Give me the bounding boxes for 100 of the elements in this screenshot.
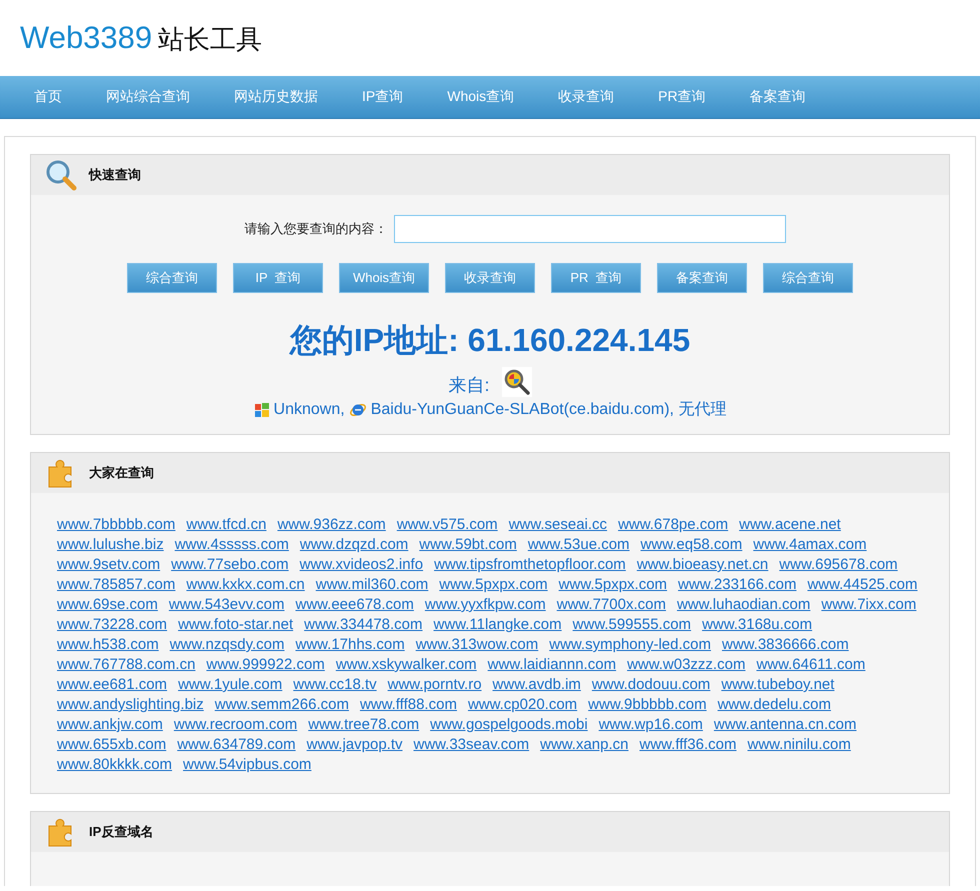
domain-link[interactable]: www.xskywalker.com [336, 655, 477, 675]
domain-link[interactable]: www.ninilu.com [747, 735, 851, 755]
domain-link[interactable]: www.634789.com [177, 735, 296, 755]
query-prompt: 请输入您要查询的内容： [244, 220, 388, 238]
domain-link[interactable]: www.tubeboy.net [721, 675, 834, 695]
nav-link[interactable]: IP查询 [342, 88, 428, 106]
domain-link[interactable]: www.785857.com [57, 575, 176, 595]
domain-link[interactable]: www.gospelgoods.mobi [430, 715, 588, 735]
domain-link[interactable]: www.77sebo.com [171, 555, 289, 575]
domain-link[interactable]: www.w03zzz.com [627, 655, 746, 675]
domain-link[interactable]: www.655xb.com [57, 735, 166, 755]
domain-link[interactable]: www.53ue.com [528, 535, 630, 555]
domain-link[interactable]: www.1yule.com [178, 675, 282, 695]
domain-link[interactable]: www.semm266.com [214, 695, 349, 715]
domain-link[interactable]: www.dzqzd.com [300, 535, 408, 555]
domain-link[interactable]: www.3836666.com [722, 635, 849, 655]
domain-link[interactable]: www.313wow.com [416, 635, 538, 655]
domain-link[interactable]: www.javpop.tv [306, 735, 402, 755]
domain-link[interactable]: www.ee681.com [57, 675, 168, 695]
domain-link[interactable]: www.xanp.cn [540, 735, 628, 755]
domain-link[interactable]: www.233166.com [678, 575, 796, 595]
domain-link[interactable]: www.54vipbus.com [183, 755, 312, 775]
query-button[interactable]: 综合查询 [127, 263, 217, 293]
domain-link[interactable]: www.599555.com [572, 615, 692, 635]
domain-link[interactable]: www.cc18.tv [293, 675, 377, 695]
domain-link[interactable]: www.bioeasy.net.cn [636, 555, 768, 575]
domain-link[interactable]: www.69se.com [57, 595, 158, 615]
domain-link[interactable]: www.17hhs.com [295, 635, 405, 655]
domain-link[interactable]: www.andyslighting.biz [57, 695, 204, 715]
domain-link[interactable]: www.dodouu.com [592, 675, 710, 695]
domain-link[interactable]: www.tipsfromthetopfloor.com [434, 555, 626, 575]
domain-link[interactable]: www.yyxfkpw.com [424, 595, 546, 615]
domain-link[interactable]: www.4amax.com [753, 535, 867, 555]
nav-link[interactable]: PR查询 [638, 88, 730, 106]
domain-link[interactable]: www.11langke.com [434, 615, 562, 635]
domain-link[interactable]: www.695678.com [779, 555, 898, 575]
domain-link[interactable]: www.678pe.com [618, 515, 728, 535]
browser-text: Baidu-YunGuanCe-SLABot(ce.baidu.com), 无代理 [370, 400, 726, 420]
domain-link[interactable]: www.laidiannn.com [488, 655, 616, 675]
domain-link[interactable]: www.7ixx.com [821, 595, 916, 615]
domain-link[interactable]: www.fff36.com [639, 735, 736, 755]
nav-link[interactable]: Whois查询 [427, 88, 538, 106]
domain-link[interactable]: www.4sssss.com [174, 535, 289, 555]
domain-link[interactable]: www.999922.com [206, 655, 325, 675]
domain-link[interactable]: www.33seav.com [414, 735, 530, 755]
domain-link[interactable]: www.334478.com [304, 615, 423, 635]
domain-link[interactable]: www.tree78.com [308, 715, 420, 735]
domain-link[interactable]: www.kxkx.com.cn [186, 575, 305, 595]
query-input[interactable] [394, 215, 786, 243]
query-button[interactable]: PR 查询 [551, 263, 641, 293]
query-button[interactable]: 备案查询 [657, 263, 747, 293]
domain-link[interactable]: www.antenna.cn.com [714, 715, 856, 735]
windows-icon [254, 402, 270, 418]
domain-link[interactable]: www.foto-star.net [178, 615, 294, 635]
domain-link[interactable]: www.936zz.com [277, 515, 386, 535]
domain-link[interactable]: www.seseai.cc [508, 515, 608, 535]
domain-link[interactable]: www.543evv.com [168, 595, 284, 615]
nav-link[interactable]: 网站综合查询 [86, 88, 214, 106]
domain-link[interactable]: www.h538.com [57, 635, 159, 655]
query-button[interactable]: 收录查询 [445, 263, 535, 293]
query-button[interactable]: 综合查询 [763, 263, 853, 293]
domain-link[interactable]: www.9setv.com [57, 555, 160, 575]
domain-link[interactable]: www.avdb.im [492, 675, 581, 695]
nav-link[interactable]: 备案查询 [730, 88, 830, 106]
domain-link[interactable]: www.porntv.ro [388, 675, 482, 695]
nav-link[interactable]: 网站历史数据 [214, 88, 342, 106]
domain-link[interactable]: www.nzqsdy.com [170, 635, 284, 655]
domain-link[interactable]: www.xvideos2.info [300, 555, 424, 575]
domain-link[interactable]: www.80kkkk.com [57, 755, 172, 775]
domain-link[interactable]: www.59bt.com [419, 535, 517, 555]
query-button[interactable]: IP 查询 [233, 263, 323, 293]
domain-link[interactable]: www.fff88.com [360, 695, 457, 715]
domain-link[interactable]: www.cp020.com [468, 695, 578, 715]
nav-link[interactable]: 首页 [14, 88, 86, 106]
domain-link[interactable]: www.9bbbbb.com [588, 695, 707, 715]
nav-link[interactable]: 收录查询 [538, 88, 638, 106]
domain-link[interactable]: www.3168u.com [702, 615, 812, 635]
domain-link[interactable]: www.ankjw.com [57, 715, 163, 735]
domain-link[interactable]: www.mil360.com [316, 575, 428, 595]
domain-link[interactable]: www.lulushe.biz [57, 535, 164, 555]
domain-link[interactable]: www.767788.com.cn [57, 655, 196, 675]
domain-link[interactable]: www.acene.net [739, 515, 841, 535]
domain-link[interactable]: www.tfcd.cn [186, 515, 266, 535]
domain-link[interactable]: www.7bbbbb.com [57, 515, 176, 535]
domain-link[interactable]: www.dedelu.com [718, 695, 831, 715]
domain-link[interactable]: www.5pxpx.com [558, 575, 668, 595]
query-button[interactable]: Whois查询 [339, 263, 429, 293]
domain-link[interactable]: www.64611.com [756, 655, 866, 675]
domain-link[interactable]: www.v575.com [396, 515, 498, 535]
domain-link[interactable]: www.luhaodian.com [676, 595, 810, 615]
domain-link[interactable]: www.eq58.com [640, 535, 742, 555]
site-logo[interactable]: Web3389 站长工具 [20, 20, 262, 56]
domain-link[interactable]: www.5pxpx.com [439, 575, 548, 595]
domain-link[interactable]: www.73228.com [57, 615, 168, 635]
domain-link[interactable]: www.symphony-led.com [549, 635, 711, 655]
domain-link[interactable]: www.7700x.com [556, 595, 666, 615]
domain-link[interactable]: www.44525.com [807, 575, 918, 595]
domain-link[interactable]: www.wp16.com [598, 715, 703, 735]
domain-link[interactable]: www.eee678.com [295, 595, 414, 615]
domain-link[interactable]: www.recroom.com [174, 715, 298, 735]
